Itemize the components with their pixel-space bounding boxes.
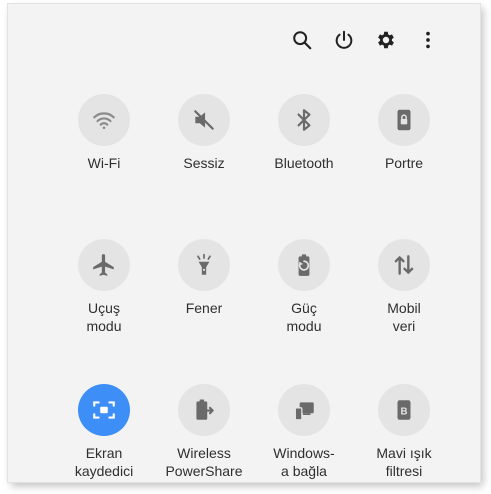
wireless-powershare-icon <box>196 399 214 420</box>
tile-wifi-button[interactable] <box>78 94 130 146</box>
tile-mobile-data[interactable]: Mobil veri <box>354 239 454 384</box>
tile-bluetooth-button[interactable] <box>278 94 330 146</box>
tile-power-mode-button[interactable] <box>278 239 330 291</box>
portrait-lock-icon <box>397 109 411 131</box>
airplane-icon <box>93 254 114 276</box>
mute-icon <box>194 110 214 130</box>
tile-link-to-windows[interactable]: Windows- a bağla <box>254 384 354 494</box>
tile-label: Bluetooth <box>274 155 334 171</box>
tile-label: Mavi ışık filtresi <box>376 445 432 479</box>
tile-blue-light-filter-button[interactable]: B <box>378 384 430 436</box>
screen-recorder-icon <box>93 401 115 419</box>
tile-airplane-mode-button[interactable] <box>78 239 130 291</box>
tile-link-to-windows-button[interactable] <box>278 384 330 436</box>
tile-airplane-mode[interactable]: Uçuş modu <box>54 239 154 384</box>
tile-label: Güç modu <box>286 300 322 334</box>
flashlight-icon <box>197 253 211 275</box>
tile-mute-button[interactable] <box>178 94 230 146</box>
more-options-button[interactable] <box>416 28 440 52</box>
power-mode-icon <box>298 254 310 276</box>
mobile-data-icon <box>394 255 414 275</box>
search-button[interactable] <box>290 28 314 52</box>
tile-label: Fener <box>185 300 223 316</box>
tile-power-mode[interactable]: Güç modu <box>254 239 354 384</box>
tile-label: Sessiz <box>183 155 225 171</box>
tile-mobile-data-button[interactable] <box>378 239 430 291</box>
tile-mute[interactable]: Sessiz <box>154 94 254 239</box>
tile-label: Wireless PowerShare <box>165 445 243 479</box>
tile-wifi[interactable]: Wi-Fi <box>54 94 154 239</box>
tile-blue-light-filter[interactable]: B Mavi ışık filtresi <box>354 384 454 494</box>
tile-wireless-powershare[interactable]: Wireless PowerShare <box>154 384 254 494</box>
tile-label: Portre <box>384 155 424 171</box>
power-button[interactable] <box>332 28 356 52</box>
tile-label: Windows- a bağla <box>273 445 335 479</box>
tile-screen-recorder-button[interactable] <box>78 384 130 436</box>
tile-flashlight[interactable]: Fener <box>154 239 254 384</box>
blue-light-filter-icon: B <box>397 400 411 420</box>
svg-text:B: B <box>400 406 407 417</box>
tile-label: Ekran kaydedici <box>74 445 134 479</box>
tile-wireless-powershare-button[interactable] <box>178 384 230 436</box>
tile-bluetooth[interactable]: Bluetooth <box>254 94 354 239</box>
quick-settings-panel: Wi-Fi Sessiz Bluetooth Portre Uçuş modu … <box>8 4 480 482</box>
tile-flashlight-button[interactable] <box>178 239 230 291</box>
tile-portrait[interactable]: Portre <box>354 94 454 239</box>
tile-label: Uçuş modu <box>86 300 122 334</box>
gear-icon <box>378 31 394 49</box>
wifi-icon <box>93 112 115 130</box>
search-icon <box>293 31 312 50</box>
tile-screen-recorder[interactable]: Ekran kaydedici <box>54 384 154 494</box>
link-to-windows-icon <box>294 402 314 421</box>
quick-toggle-grid: Wi-Fi Sessiz Bluetooth Portre Uçuş modu … <box>54 94 454 494</box>
panel-header-actions <box>290 28 440 52</box>
settings-button[interactable] <box>374 28 398 52</box>
bluetooth-icon <box>297 109 311 131</box>
tile-portrait-button[interactable] <box>378 94 430 146</box>
tile-label: Mobil veri <box>387 300 421 334</box>
tile-label: Wi-Fi <box>87 155 121 171</box>
more-vert-icon <box>426 31 430 49</box>
power-icon <box>335 30 353 49</box>
